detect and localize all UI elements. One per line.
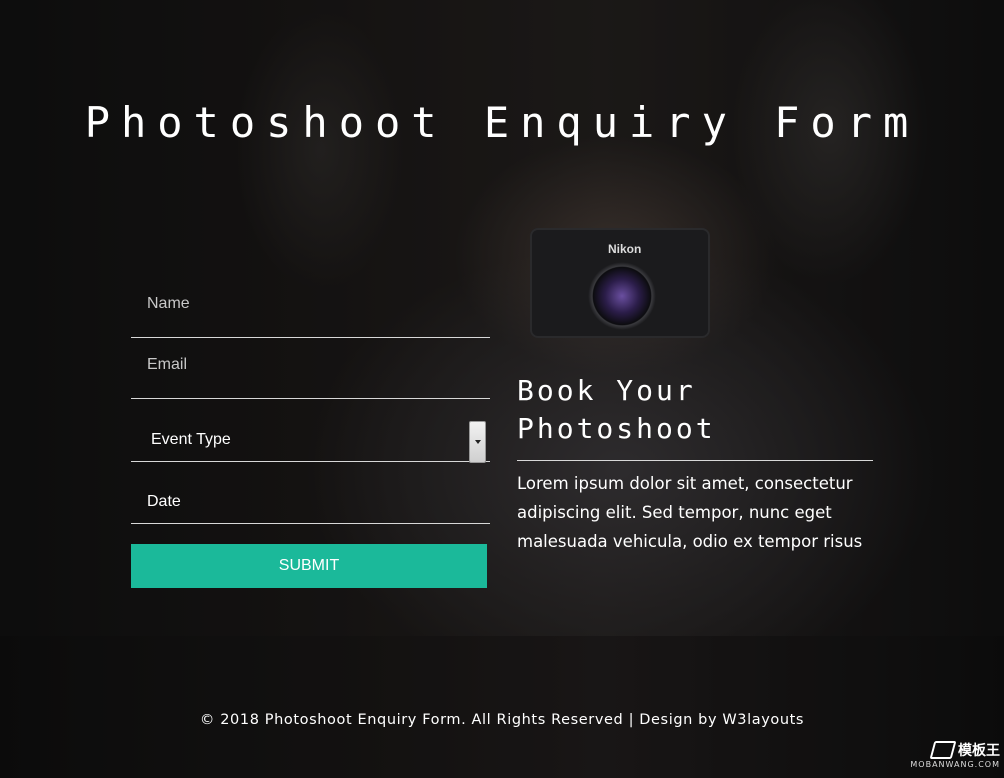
camera-image: Nikon — [530, 228, 710, 338]
promo-section: Book Your Photoshoot Lorem ipsum dolor s… — [517, 372, 873, 556]
watermark-title: 模板王 — [958, 743, 1000, 759]
camera-lens — [588, 262, 656, 330]
date-field[interactable]: Date — [131, 463, 490, 524]
promo-heading-line1: Book Your — [517, 374, 696, 407]
date-placeholder: Date — [147, 493, 181, 510]
email-field[interactable]: Email — [131, 338, 490, 399]
email-placeholder: Email — [147, 356, 188, 373]
site-watermark: 模板王 MOBANWANG.COM — [910, 740, 1000, 774]
promo-text: Lorem ipsum dolor sit amet, consectetur … — [517, 469, 873, 556]
promo-text-line3: malesuada vehicula, odio ex tempor risus — [517, 532, 863, 551]
watermark-subtitle: MOBANWANG.COM — [910, 760, 1000, 769]
chevron-down-icon[interactable] — [469, 421, 486, 463]
watermark-logo-icon — [929, 741, 957, 759]
event-type-value: Event Type — [151, 431, 231, 448]
promo-text-line2: adipiscing elit. Sed tempor, nunc eget — [517, 503, 832, 522]
camera-brand: Nikon — [608, 242, 642, 256]
promo-heading: Book Your Photoshoot — [517, 372, 873, 461]
submit-button[interactable]: SUBMIT — [131, 544, 487, 588]
name-field[interactable]: Name — [131, 277, 490, 338]
footer-copyright: © 2018 Photoshoot Enquiry Form. All Righ… — [199, 712, 805, 728]
promo-text-line1: Lorem ipsum dolor sit amet, consectetur — [517, 474, 853, 493]
name-placeholder: Name — [147, 295, 190, 312]
event-type-select[interactable]: Event Type — [131, 401, 490, 463]
promo-heading-line2: Photoshoot — [517, 412, 716, 445]
page-title: Photoshoot Enquiry Form — [84, 98, 920, 147]
